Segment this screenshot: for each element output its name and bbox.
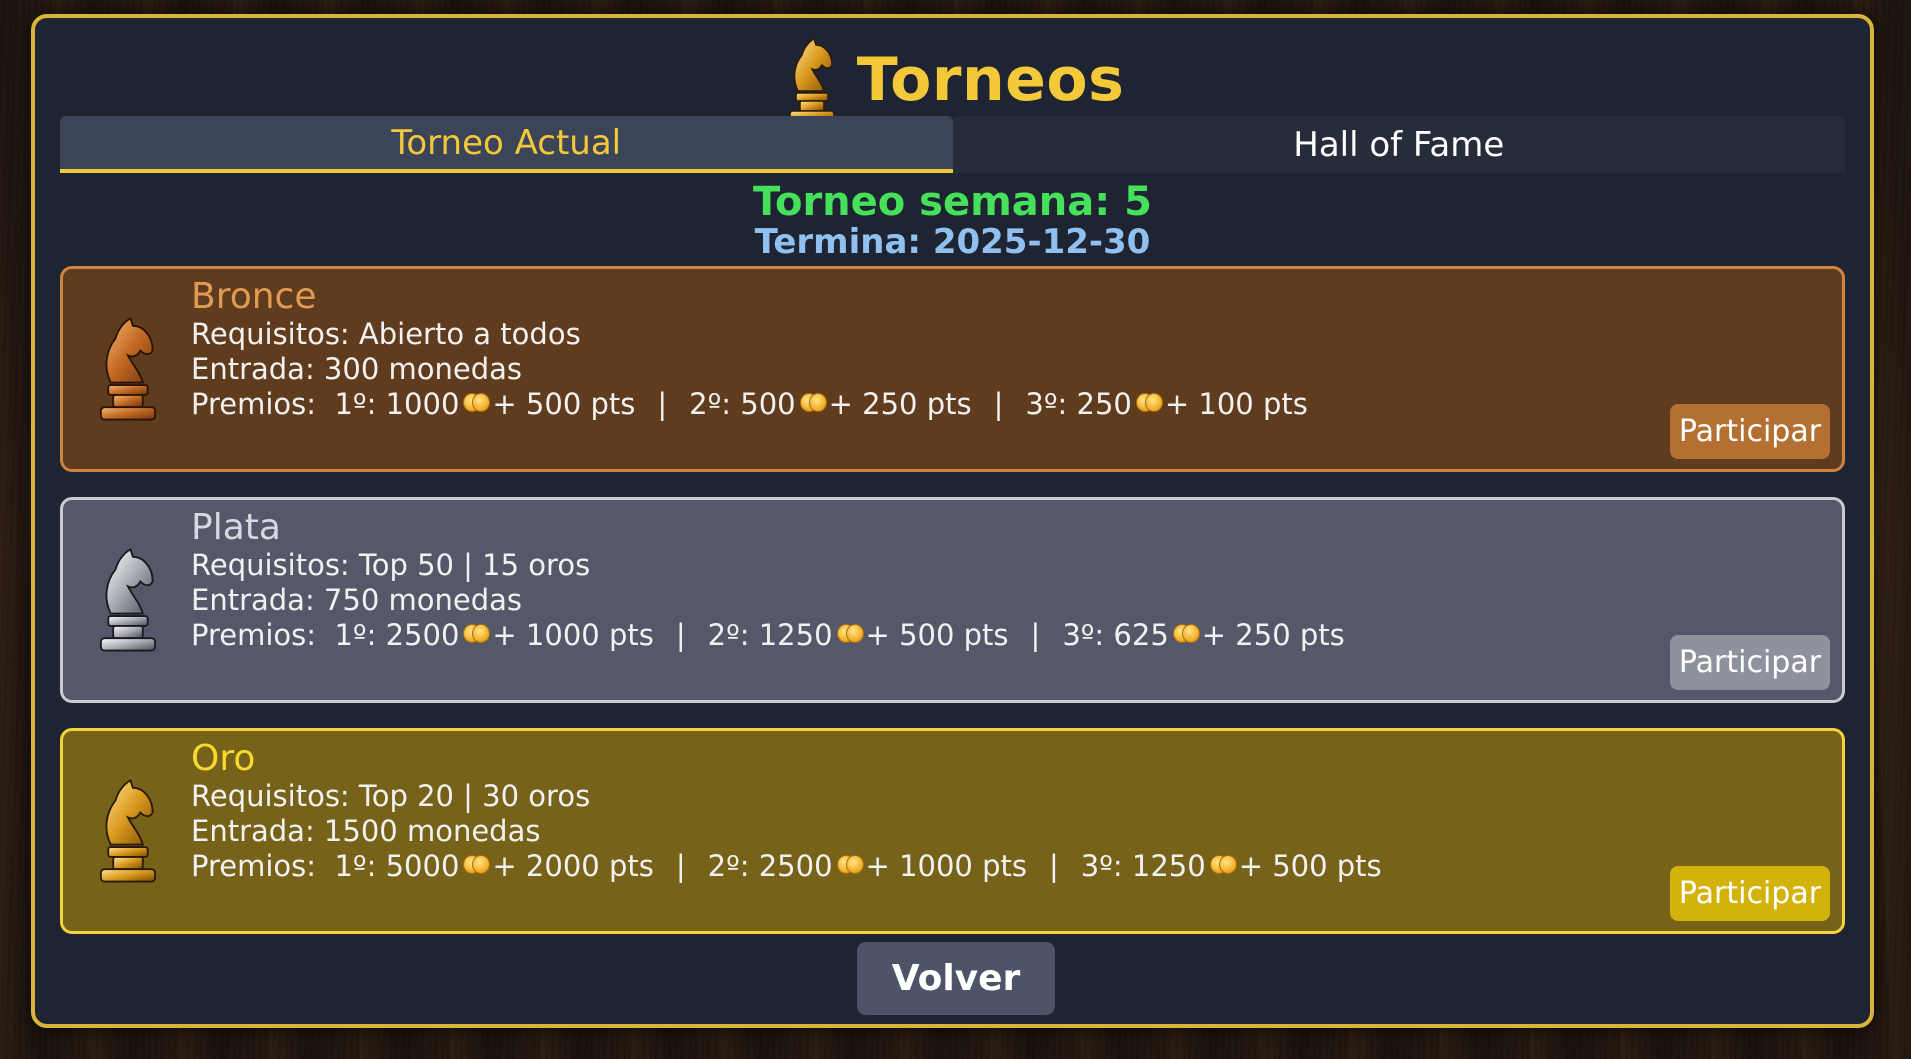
prize-2nd-points: + 500 pts	[865, 618, 1009, 652]
coin-icon	[463, 623, 491, 643]
tournament-info: Bronce Requisitos: Abierto a todos Entra…	[191, 277, 1308, 422]
week-label: Torneo semana: 5	[752, 179, 1153, 225]
join-silver-button[interactable]: Participar	[1670, 635, 1830, 690]
prize-3rd-points: + 500 pts	[1238, 849, 1382, 883]
separator: |	[1048, 849, 1059, 883]
tier-name: Oro	[191, 738, 256, 779]
coin-icon	[463, 854, 491, 874]
tournament-panel: Torneos Torneo Actual Hall of Fame Torne…	[31, 14, 1874, 1028]
prize-1st-points: + 2000 pts	[492, 849, 654, 883]
tab-current-tournament[interactable]: Torneo Actual	[60, 116, 953, 173]
separator: |	[993, 387, 1004, 421]
prizes-label: Premios:	[191, 387, 317, 421]
tournament-card-gold: Oro Requisitos: Top 20 | 30 oros Entrada…	[60, 728, 1845, 934]
tab-bar: Torneo Actual Hall of Fame	[60, 116, 1845, 173]
prize-1st-points: + 1000 pts	[492, 618, 654, 652]
bronze-knight-icon	[91, 313, 165, 425]
week-info: Torneo semana: 5 Termina: 2025-12-30	[35, 180, 1870, 260]
prize-3rd-points: + 100 pts	[1164, 387, 1308, 421]
prizes-line: Premios: 1º: 2500 + 1000 pts | 2º: 1250 + 50…	[191, 618, 1345, 653]
coin-icon	[1209, 854, 1237, 874]
prize-2nd-points: + 1000 pts	[865, 849, 1027, 883]
prizes-label: Premios:	[191, 849, 317, 883]
silver-knight-icon	[91, 544, 165, 656]
header: Torneos	[35, 32, 1870, 128]
prizes-line: Premios: 1º: 1000 + 500 pts | 2º: 500 + 250 …	[191, 387, 1308, 422]
page-title: Torneos	[856, 45, 1125, 115]
coin-icon	[836, 623, 864, 643]
knight-trophy-icon	[781, 35, 843, 125]
requirements-text: Requisitos: Top 50 | 15 oros	[191, 548, 591, 582]
back-button[interactable]: Volver	[857, 942, 1055, 1015]
separator: |	[675, 849, 686, 883]
requirements-text: Requisitos: Top 20 | 30 oros	[191, 779, 591, 813]
end-date: Termina: 2025-12-30	[754, 222, 1151, 262]
tournament-card-bronze: Bronce Requisitos: Abierto a todos Entra…	[60, 266, 1845, 472]
join-bronze-button[interactable]: Participar	[1670, 404, 1830, 459]
prize-3rd: 3º: 625	[1062, 618, 1169, 652]
prize-1st: 1º: 1000	[334, 387, 460, 421]
tournament-info: Plata Requisitos: Top 50 | 15 oros Entra…	[191, 508, 1345, 653]
prize-2nd: 2º: 2500	[707, 849, 833, 883]
coin-icon	[1135, 392, 1163, 412]
entry-text: Entrada: 750 monedas	[191, 583, 523, 617]
requirements-text: Requisitos: Abierto a todos	[191, 317, 581, 351]
coin-icon	[799, 392, 827, 412]
join-gold-button[interactable]: Participar	[1670, 866, 1830, 921]
prizes-label: Premios:	[191, 618, 317, 652]
prize-1st: 1º: 5000	[334, 849, 460, 883]
prize-2nd: 2º: 500	[689, 387, 796, 421]
prize-3rd: 3º: 250	[1025, 387, 1132, 421]
separator: |	[657, 387, 668, 421]
prize-2nd: 2º: 1250	[707, 618, 833, 652]
entry-text: Entrada: 1500 monedas	[191, 814, 541, 848]
separator: |	[675, 618, 686, 652]
tier-name: Plata	[191, 507, 281, 548]
coin-icon	[463, 392, 491, 412]
prize-2nd-points: + 250 pts	[828, 387, 972, 421]
gold-knight-icon	[91, 775, 165, 887]
coin-icon	[836, 854, 864, 874]
tournament-info: Oro Requisitos: Top 20 | 30 oros Entrada…	[191, 739, 1382, 884]
tier-name: Bronce	[191, 276, 317, 317]
prize-1st: 1º: 2500	[334, 618, 460, 652]
coin-icon	[1172, 623, 1200, 643]
entry-text: Entrada: 300 monedas	[191, 352, 523, 386]
prizes-line: Premios: 1º: 5000 + 2000 pts | 2º: 2500 + 10…	[191, 849, 1382, 884]
prize-1st-points: + 500 pts	[492, 387, 636, 421]
separator: |	[1030, 618, 1041, 652]
tab-hall-of-fame[interactable]: Hall of Fame	[952, 116, 1845, 173]
prize-3rd: 3º: 1250	[1080, 849, 1206, 883]
prize-3rd-points: + 250 pts	[1201, 618, 1345, 652]
tournament-card-silver: Plata Requisitos: Top 50 | 15 oros Entra…	[60, 497, 1845, 703]
